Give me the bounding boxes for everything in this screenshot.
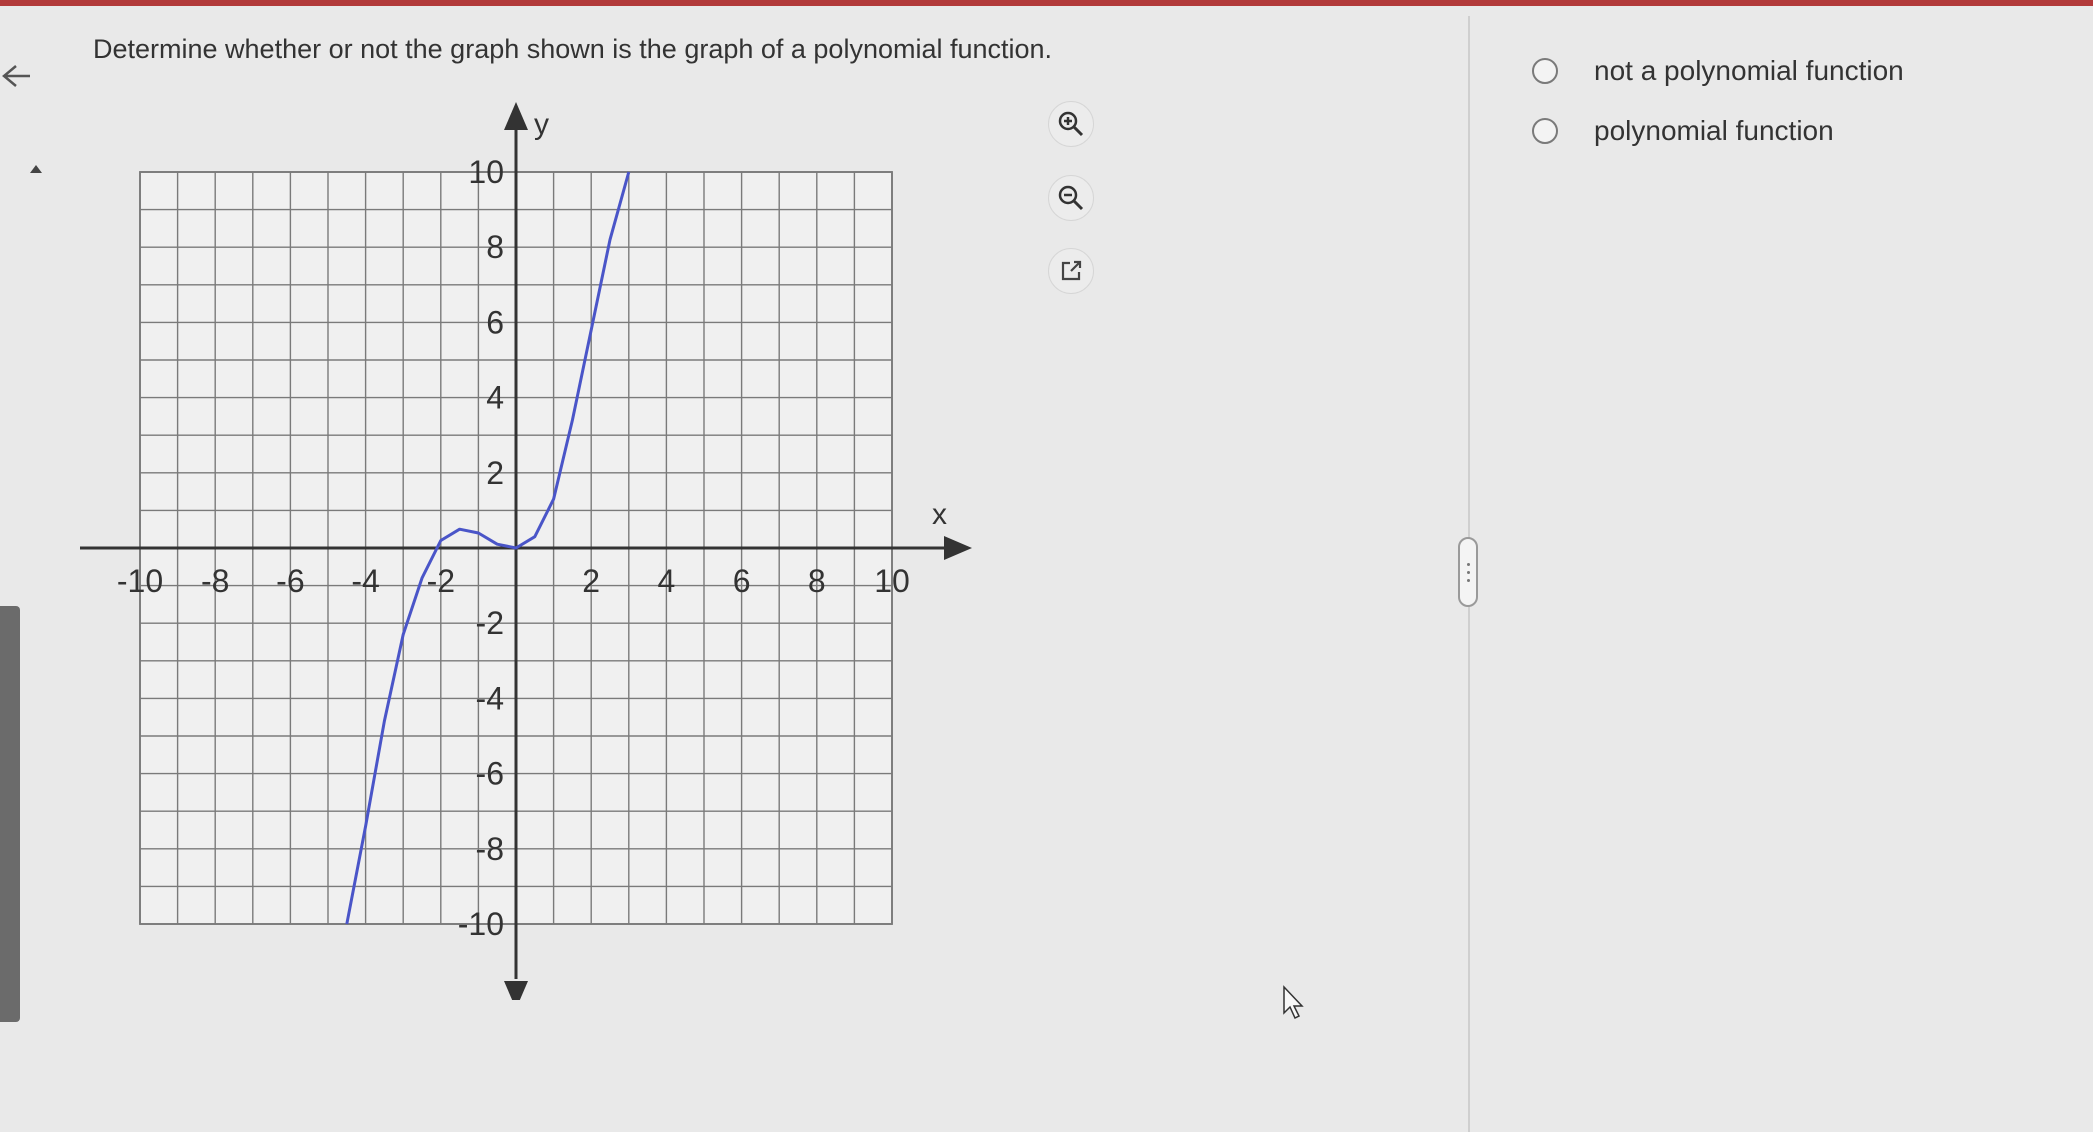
back-arrow-icon[interactable] [0, 56, 40, 96]
radio-polynomial[interactable] [1532, 118, 1558, 144]
left-scrollbar-thumb[interactable] [0, 606, 20, 1022]
scroll-up-icon[interactable] [28, 162, 44, 174]
polynomial-graph-svg: x y -10 -8 -6 -4 -2 2 4 6 8 10 10 8 6 4 2 -2 -4 -6 -8 -10 [80, 102, 972, 1000]
y-axis-arrow-up [504, 102, 528, 130]
y-tick-label: 8 [486, 229, 504, 265]
external-link-icon [1061, 260, 1082, 281]
x-axis-label: x [932, 498, 947, 531]
y-tick-label: -6 [476, 756, 504, 792]
option-label: polynomial function [1594, 115, 1834, 146]
x-tick-label: 2 [582, 563, 600, 599]
option-label: not a polynomial function [1594, 55, 1904, 86]
x-tick-label: -10 [117, 563, 163, 599]
pane-resize-handle[interactable] [1458, 537, 1478, 607]
zoom-in-icon [1058, 111, 1084, 137]
x-tick-label: -4 [351, 563, 379, 599]
y-tick-label: -10 [458, 906, 504, 942]
graph: x y -10 -8 -6 -4 -2 2 4 6 8 10 10 8 6 4 2 -2 -4 -6 -8 -10 [80, 100, 980, 1000]
y-tick-label: -4 [476, 680, 504, 716]
y-tick-label: -2 [476, 605, 504, 641]
option-not-polynomial[interactable]: not a polynomial function [1532, 55, 1904, 87]
y-tick-label: 10 [468, 154, 504, 190]
zoom-out-icon [1058, 185, 1084, 211]
y-tick-label: 2 [486, 455, 504, 491]
y-tick-label: 4 [486, 380, 504, 416]
top-accent-bar [0, 0, 2093, 6]
option-polynomial[interactable]: polynomial function [1532, 115, 1834, 147]
x-tick-label: 8 [808, 563, 826, 599]
radio-not-polynomial[interactable] [1532, 58, 1558, 84]
zoom-in-button[interactable] [1048, 101, 1094, 147]
y-tick-label: -8 [476, 831, 504, 867]
mouse-cursor-icon [1282, 985, 1308, 1026]
y-tick-label: 6 [486, 304, 504, 340]
x-tick-label: -2 [427, 563, 455, 599]
x-tick-label: -6 [276, 563, 304, 599]
question-text: Determine whether or not the graph shown… [93, 34, 1053, 64]
x-tick-label: 6 [733, 563, 751, 599]
zoom-out-button[interactable] [1048, 175, 1094, 221]
y-axis-label: y [534, 108, 549, 141]
x-tick-label: 10 [874, 563, 910, 599]
x-axis-arrow-right [944, 536, 972, 560]
y-axis-arrow-down [504, 981, 528, 1000]
x-tick-label: -8 [201, 563, 229, 599]
x-tick-label: 4 [658, 563, 676, 599]
popout-button[interactable] [1048, 248, 1094, 294]
